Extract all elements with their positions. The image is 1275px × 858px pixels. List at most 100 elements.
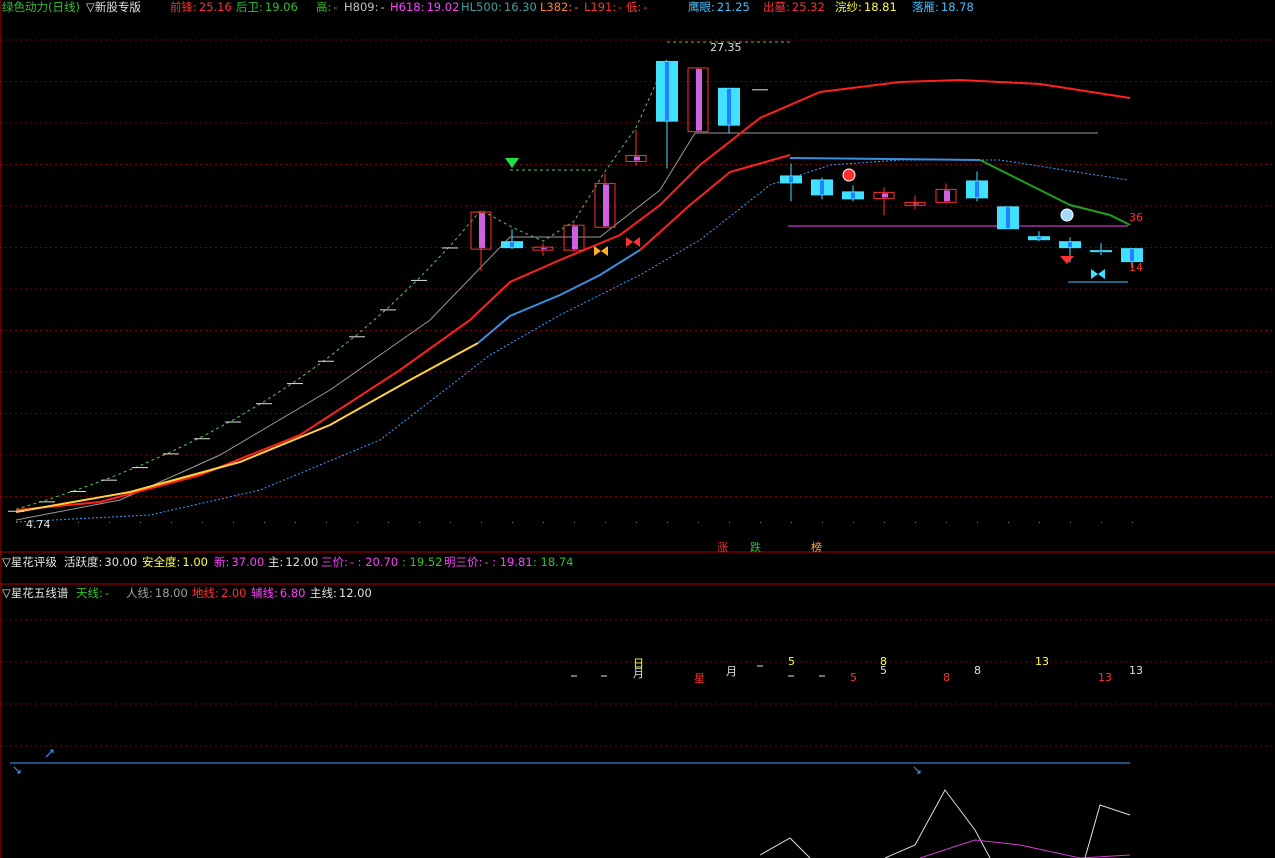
bottom-tick <box>450 522 451 523</box>
candle-inner-bar <box>665 61 669 121</box>
bottom-tick <box>388 522 389 523</box>
bottom-tick <box>853 522 854 523</box>
panel3-mark-7: 5 <box>850 671 857 684</box>
panel3-label-3: 辅线: <box>251 586 278 600</box>
main-red-line <box>15 78 1131 511</box>
bottom-tick <box>16 522 17 523</box>
panel2-value-4: - : 20.70 <box>349 555 399 569</box>
butterfly-icon <box>1091 269 1098 279</box>
die-label: 跌 <box>750 541 761 554</box>
bottom-tick <box>1008 522 1009 523</box>
panel2-header: ▽星花评级 活跃度: 30.00 安全度: 1.00 新: 37.00 主: 12.00 三价:… <box>0 555 1275 569</box>
red-gem-marker <box>1060 256 1074 264</box>
panel2-value-6: - : 19.81 <box>484 555 533 569</box>
panel2-item-4: 三价: - : 20.70 <box>321 555 398 569</box>
panel3-label-4: 主线: <box>310 586 337 600</box>
candle-inner-bar <box>820 180 824 195</box>
candle-inner-bar <box>572 226 578 250</box>
panel3-value-4: 12.00 <box>338 586 372 600</box>
panel2-label-3: 主: <box>268 555 284 569</box>
panel3-item-4: 主线: 12.00 <box>310 586 372 600</box>
panel3-mark-6: 5 <box>880 664 887 677</box>
bottom-tick <box>822 522 823 523</box>
panel2-value-5: : 19.52 <box>402 555 443 569</box>
panel2-value-2: 37.00 <box>231 555 265 569</box>
panel2-label-6: 明三价: <box>444 555 483 569</box>
price-chart[interactable] <box>0 0 1275 858</box>
butterfly-icon <box>594 246 601 256</box>
candle-inner-bar <box>913 203 919 205</box>
butterfly-icon <box>626 237 633 247</box>
bottom-tick <box>1132 522 1133 523</box>
candle-inner-bar <box>789 176 793 183</box>
bottom-tick <box>791 522 792 523</box>
candle-inner-bar <box>975 181 979 198</box>
panel3-white-line <box>1084 804 1131 858</box>
panel3-title[interactable]: ▽星花五线谱 <box>2 586 68 600</box>
bottom-tick <box>760 522 761 523</box>
panel3-mark-1: 月 <box>633 667 644 680</box>
candle-inner-bar <box>634 156 640 161</box>
candle-inner-bar <box>1099 251 1103 253</box>
bottom-tick <box>171 522 172 523</box>
bottom-tick <box>109 522 110 523</box>
panel2-value-3: 12.00 <box>285 555 319 569</box>
bottom-tick <box>233 522 234 523</box>
panel3-label-2: 地线: <box>192 586 219 600</box>
panel3-mark-3: 月 <box>726 665 737 678</box>
panel2-item-2: 新: 37.00 <box>214 555 264 569</box>
panel3-white-line <box>884 789 991 858</box>
panel2-item-1: 安全度: 1.00 <box>142 555 208 569</box>
panel2-value-1: 1.00 <box>182 555 208 569</box>
panel2-title[interactable]: ▽星花评级 <box>2 555 57 569</box>
panel3-item-2: 地线: 2.00 <box>192 586 246 600</box>
candle-inner-bar <box>1068 242 1072 248</box>
panel3-label-1: 人线: <box>126 586 153 600</box>
bottom-tick <box>326 522 327 523</box>
candle-inner-bar <box>1130 249 1134 262</box>
bottom-tick <box>202 522 203 523</box>
candle-inner-bar <box>479 213 485 249</box>
bottom-tick <box>729 522 730 523</box>
candle-inner-bar <box>1006 207 1010 229</box>
panel3-label-0: 天线: <box>76 586 103 600</box>
panel3-mark-2: 星 <box>694 672 705 685</box>
upper-envelope-line <box>15 58 668 510</box>
panel3-value-1: 18.00 <box>154 586 188 600</box>
panel2-value-7: : 18.74 <box>533 555 574 569</box>
bang-label: 榜 <box>811 541 822 554</box>
blue-flat-line <box>789 157 981 161</box>
panel2-item-3: 主: 12.00 <box>268 555 318 569</box>
candle-inner-bar <box>510 242 514 248</box>
panel3-value-0: - <box>104 586 110 600</box>
candle-inner-bar <box>603 184 609 227</box>
panel2-label-1: 安全度: <box>142 555 181 569</box>
bottom-tick <box>698 522 699 523</box>
panel3-item-0: 天线: - <box>76 586 109 600</box>
bottom-tick <box>946 522 947 523</box>
bottom-tick <box>1039 522 1040 523</box>
panel2-item-0: 活跃度: 30.00 <box>64 555 137 569</box>
panel3-mark-10: 13 <box>1035 655 1049 668</box>
bottom-tick <box>78 522 79 523</box>
panel3-value-2: 2.00 <box>220 586 247 600</box>
panel2-label-2: 新: <box>214 555 230 569</box>
candle-inner-bar <box>882 193 888 198</box>
red-ball-marker <box>842 168 856 182</box>
panel3-header: ▽星花五线谱 天线: - 人线: 18.00 地线: 2.00 辅线: 6.80 主线: 12.0… <box>0 586 1275 600</box>
butterfly-icon <box>1098 269 1105 279</box>
panel2-item-7: : 18.74 <box>531 555 573 569</box>
bottom-tick <box>295 522 296 523</box>
bottom-tick <box>543 522 544 523</box>
bottom-tick <box>884 522 885 523</box>
panel2-item-6: 明三价: - : 19.81 <box>444 555 533 569</box>
value-14-label: 14 <box>1129 261 1143 274</box>
green-triangle-marker <box>505 158 519 168</box>
bottom-tick <box>605 522 606 523</box>
bottom-tick <box>140 522 141 523</box>
panel3-item-1: 人线: 18.00 <box>126 586 188 600</box>
bottom-tick <box>419 522 420 523</box>
high-price-label: 27.35 <box>710 41 742 54</box>
panel3-mark-4: 5 <box>788 655 795 668</box>
candle-inner-bar <box>727 88 731 125</box>
